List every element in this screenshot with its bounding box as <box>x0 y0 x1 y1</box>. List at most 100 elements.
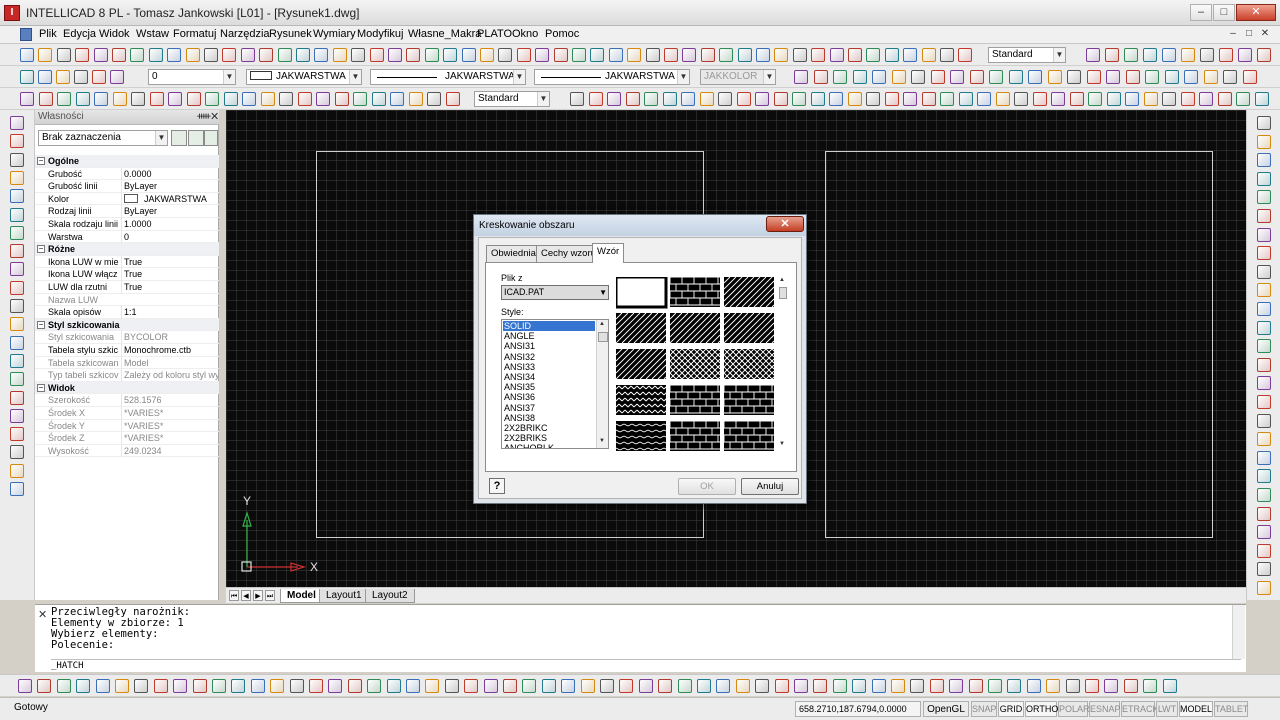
draw-tool-icon[interactable] <box>445 92 460 106</box>
zoom-tool-icon[interactable] <box>833 70 847 84</box>
zoom-tool-icon[interactable] <box>852 70 867 84</box>
standard-tool-icon[interactable] <box>866 48 881 62</box>
standard-tool-icon[interactable] <box>424 48 439 62</box>
mdi-close-button[interactable]: ✕ <box>1258 28 1272 41</box>
snap-tool-icon[interactable] <box>1046 679 1061 693</box>
standard-tool-icon[interactable] <box>332 48 347 62</box>
snap-tool-icon[interactable] <box>406 679 420 693</box>
snap-tool-icon[interactable] <box>716 679 731 693</box>
modify-tool-icon[interactable] <box>1254 92 1269 106</box>
menu-plik[interactable]: Plik <box>39 28 57 40</box>
view-tool-icon[interactable] <box>1257 48 1271 62</box>
snap-tool-icon[interactable] <box>697 679 711 693</box>
standard-tool-icon[interactable] <box>369 48 384 62</box>
standard-tool-icon[interactable] <box>608 48 623 62</box>
snap-tool-icon[interactable] <box>619 679 634 693</box>
draw-tool-icon[interactable] <box>10 463 24 478</box>
property-row[interactable]: Tabela szkicowan Model <box>35 356 219 370</box>
draw-tool-icon[interactable] <box>408 92 423 106</box>
draw-tool-icon[interactable] <box>297 92 312 106</box>
modify-tool-icon[interactable] <box>1257 581 1271 595</box>
modify-tool-icon[interactable] <box>1143 92 1158 106</box>
modify-tool-icon[interactable] <box>681 92 695 106</box>
draw-tool-icon[interactable] <box>10 207 24 222</box>
standard-tool-icon[interactable] <box>296 48 310 62</box>
modify-tool-icon[interactable] <box>1257 450 1271 465</box>
snap-tool-icon[interactable] <box>891 679 905 693</box>
snap-tool-icon[interactable] <box>522 679 537 693</box>
scroll-down-icon[interactable]: ▼ <box>599 438 605 444</box>
style-list-item[interactable]: ANSI31 <box>503 341 595 351</box>
property-value[interactable]: True <box>121 255 218 269</box>
draw-tool-icon[interactable] <box>10 262 24 277</box>
view-tool-icon[interactable] <box>1143 48 1157 62</box>
zoom-tool-icon[interactable] <box>1242 70 1257 84</box>
scroll-up-icon[interactable]: ▲ <box>599 321 605 327</box>
view-tool-icon[interactable] <box>1162 48 1176 62</box>
zoom-tool-icon[interactable] <box>1145 70 1159 84</box>
property-row[interactable]: Szerokość 528.1576 <box>35 394 219 407</box>
property-value[interactable]: ByLayer <box>121 180 218 193</box>
standard-tool-icon[interactable] <box>627 48 642 62</box>
property-value[interactable]: 1:1 <box>121 306 218 319</box>
modify-tool-icon[interactable] <box>1257 209 1271 223</box>
help-button[interactable]: ? <box>489 478 505 494</box>
zoom-tool-icon[interactable] <box>950 70 964 84</box>
draw-tool-icon[interactable] <box>10 116 24 130</box>
standard-tool-icon[interactable] <box>406 48 421 62</box>
scroll-up-icon[interactable]: ▲ <box>779 277 785 283</box>
pattern-file-combo[interactable]: ICAD.PAT ▼ <box>501 285 609 300</box>
hatch-pattern-preview[interactable] <box>616 421 673 451</box>
menu-okno[interactable]: Okno <box>512 28 538 40</box>
standard-tool-icon[interactable] <box>167 48 182 62</box>
snap-tool-icon[interactable] <box>153 679 168 693</box>
hatch-pattern-preview[interactable] <box>669 420 720 451</box>
snap-tool-icon[interactable] <box>1162 679 1177 693</box>
modify-tool-icon[interactable] <box>1032 92 1047 106</box>
draw-tool-icon[interactable] <box>10 299 24 313</box>
modify-tool-icon[interactable] <box>1257 320 1271 335</box>
quick-select-icon[interactable] <box>204 130 218 146</box>
layer-combo[interactable]: 0 ▼ <box>148 69 236 85</box>
draw-tool-icon[interactable] <box>131 92 145 106</box>
modify-tool-icon[interactable] <box>829 92 843 106</box>
layer-tool-icon[interactable] <box>38 70 52 84</box>
draw-tool-icon[interactable] <box>279 92 293 106</box>
standard-tool-icon[interactable] <box>664 48 678 62</box>
property-row[interactable]: LUW dla rzutni True <box>35 281 219 294</box>
property-value[interactable]: *VARIES* <box>121 432 218 445</box>
modify-tool-icon[interactable] <box>1236 92 1250 106</box>
snap-tool-icon[interactable] <box>483 679 498 693</box>
modify-tool-icon[interactable] <box>1257 134 1271 149</box>
modify-tool-icon[interactable] <box>1217 92 1232 106</box>
style-list-item[interactable]: ANSI36 <box>503 392 595 402</box>
draw-tool-icon[interactable] <box>10 335 24 350</box>
property-row[interactable]: Typ tabeli szkicov Zależy od koloru styl … <box>35 369 219 382</box>
modify-tool-icon[interactable] <box>570 92 584 106</box>
view-tool-icon[interactable] <box>1086 48 1100 62</box>
standard-tool-icon[interactable] <box>148 48 163 62</box>
modify-tool-icon[interactable] <box>958 92 973 106</box>
snap-tool-icon[interactable] <box>1104 679 1119 693</box>
standard-tool-icon[interactable] <box>682 48 697 62</box>
modify-tool-icon[interactable] <box>1069 92 1084 106</box>
standard-tool-icon[interactable] <box>958 48 973 62</box>
snap-tool-icon[interactable] <box>134 679 149 693</box>
menu-wymiary[interactable]: Wymiary <box>313 28 356 40</box>
standard-tool-icon[interactable] <box>884 48 899 62</box>
snap-tool-icon[interactable] <box>1026 679 1041 693</box>
snap-tool-icon[interactable] <box>677 679 692 693</box>
preview-scrollbar[interactable]: ▲ ▼ <box>778 277 788 451</box>
standard-tool-icon[interactable] <box>516 48 531 62</box>
standard-tool-icon[interactable] <box>719 48 734 62</box>
snap-tool-icon[interactable] <box>1123 679 1138 693</box>
menu-narzedzia[interactable]: Narzędzia <box>220 28 270 40</box>
modify-tool-icon[interactable] <box>625 92 640 106</box>
standard-tool-icon[interactable] <box>756 48 770 62</box>
snap-tool-icon[interactable] <box>1143 679 1158 693</box>
draw-tool-icon[interactable] <box>10 353 24 368</box>
snap-tool-icon[interactable] <box>910 679 925 693</box>
property-row[interactable]: Środek Z *VARIES* <box>35 432 219 445</box>
snap-tool-icon[interactable] <box>37 679 52 693</box>
modify-tool-icon[interactable] <box>903 92 917 106</box>
